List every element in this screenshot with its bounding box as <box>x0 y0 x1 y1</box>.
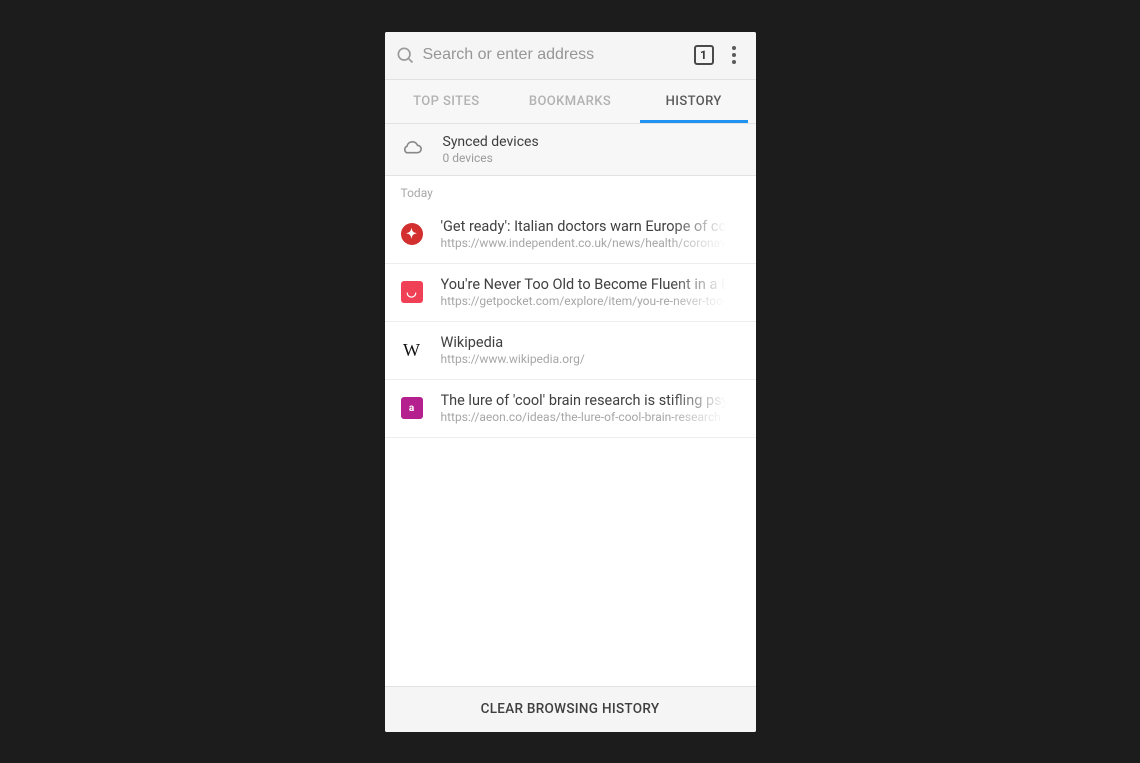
history-item-url: https://www.wikipedia.org/ <box>441 352 740 366</box>
history-item-url: https://getpocket.com/explore/item/you-r… <box>441 294 740 308</box>
search-icon <box>395 45 415 65</box>
history-row[interactable]: ◡ You're Never Too Old to Become Fluent … <box>385 264 756 322</box>
history-item-url: https://aeon.co/ideas/the-lure-of-cool-b… <box>441 410 740 424</box>
history-item-url: https://www.independent.co.uk/news/healt… <box>441 236 740 250</box>
search-input[interactable] <box>415 46 686 64</box>
site-favicon: a <box>401 397 423 419</box>
browser-panel: 1 TOP SITES BOOKMARKS HISTORY Synced dev… <box>385 32 756 732</box>
tab-top-sites[interactable]: TOP SITES <box>385 80 509 123</box>
history-row[interactable]: ✦ 'Get ready': Italian doctors warn Euro… <box>385 206 756 264</box>
history-item-title: The lure of 'cool' brain research is sti… <box>441 392 740 409</box>
cloud-icon <box>401 138 423 160</box>
clear-history-button[interactable]: CLEAR BROWSING HISTORY <box>385 686 756 732</box>
synced-devices-text: Synced devices 0 devices <box>443 134 539 165</box>
address-bar: 1 <box>385 32 756 80</box>
tab-counter-button[interactable]: 1 <box>694 45 714 65</box>
tabstrip: TOP SITES BOOKMARKS HISTORY <box>385 80 756 124</box>
tab-history[interactable]: HISTORY <box>632 80 756 123</box>
history-row[interactable]: W Wikipedia https://www.wikipedia.org/ <box>385 322 756 380</box>
history-section-header: Today <box>385 176 756 206</box>
synced-devices-row[interactable]: Synced devices 0 devices <box>385 124 756 176</box>
history-item-title: Wikipedia <box>441 334 740 351</box>
site-favicon: W <box>401 339 423 361</box>
history-item-title: 'Get ready': Italian doctors warn Europe… <box>441 218 740 235</box>
synced-devices-subtitle: 0 devices <box>443 151 539 165</box>
history-row[interactable]: a The lure of 'cool' brain research is s… <box>385 380 756 438</box>
history-item-title: You're Never Too Old to Become Fluent in… <box>441 276 740 293</box>
overflow-menu-icon[interactable] <box>722 43 746 67</box>
history-list: ✦ 'Get ready': Italian doctors warn Euro… <box>385 206 756 686</box>
site-favicon: ✦ <box>401 223 423 245</box>
synced-devices-title: Synced devices <box>443 134 539 150</box>
site-favicon: ◡ <box>401 281 423 303</box>
tab-bookmarks[interactable]: BOOKMARKS <box>508 80 632 123</box>
